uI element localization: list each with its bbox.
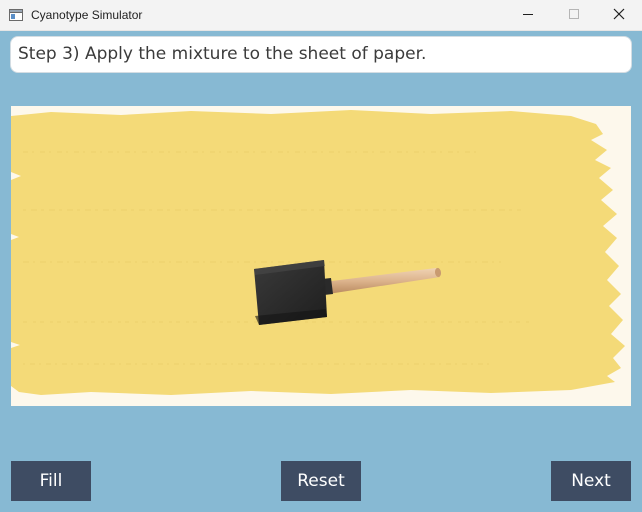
instruction-label: Step 3) Apply the mixture to the sheet o… bbox=[10, 36, 632, 73]
maximize-icon bbox=[568, 7, 580, 25]
reset-button[interactable]: Reset bbox=[281, 461, 361, 501]
fill-button[interactable]: Fill bbox=[11, 461, 91, 501]
paint-mixture bbox=[11, 110, 625, 395]
close-icon bbox=[613, 7, 625, 25]
paper-canvas[interactable] bbox=[11, 106, 631, 406]
next-button[interactable]: Next bbox=[551, 461, 631, 501]
close-button[interactable] bbox=[596, 0, 642, 31]
window-titlebar: Cyanotype Simulator bbox=[0, 0, 642, 31]
maximize-button[interactable] bbox=[551, 0, 597, 31]
app-window-icon bbox=[9, 8, 23, 22]
minimize-icon bbox=[522, 7, 534, 25]
window-title: Cyanotype Simulator bbox=[31, 8, 143, 22]
minimize-button[interactable] bbox=[505, 0, 551, 31]
